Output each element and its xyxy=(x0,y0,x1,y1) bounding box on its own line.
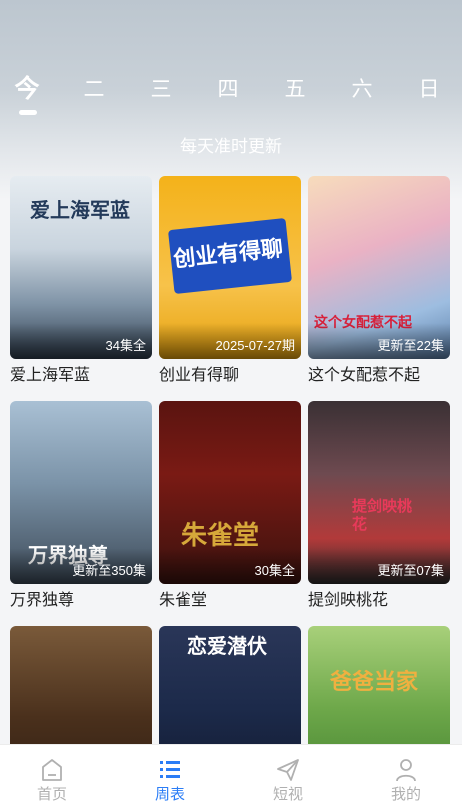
paper-plane-icon xyxy=(276,757,300,783)
poster-title-art: 爸爸当家 xyxy=(330,669,419,695)
bottom-tab-bar: 首页 周表 短视 我的 xyxy=(0,744,462,807)
tab-today[interactable]: 今 xyxy=(7,74,47,104)
show-title[interactable]: 万界独尊 xyxy=(10,589,152,611)
tab-sunday[interactable]: 日 xyxy=(409,74,449,104)
poster-title-art: 爱上海军蓝 xyxy=(30,198,130,222)
show-card[interactable]: 创业有得聊 2025-07-27期 创业有得聊 xyxy=(159,176,301,386)
show-card[interactable]: 爱上海军蓝 34集全 爱上海军蓝 xyxy=(10,176,152,386)
show-poster[interactable]: 提剑映桃花 更新至07集 xyxy=(308,401,450,584)
show-title[interactable]: 创业有得聊 xyxy=(159,364,301,386)
tab-wednesday[interactable]: 三 xyxy=(141,74,181,104)
episode-badge: 2025-07-27期 xyxy=(215,338,296,353)
episode-badge: 30集全 xyxy=(254,563,295,578)
show-card[interactable]: 提剑映桃花 更新至07集 提剑映桃花 xyxy=(308,401,450,611)
tab-saturday[interactable]: 六 xyxy=(342,74,382,104)
poster-title-art: 恋爱潜伏 xyxy=(187,634,267,658)
show-card[interactable]: 这个女配惹不起 更新至22集 这个女配惹不起 xyxy=(308,176,450,386)
show-title[interactable]: 提剑映桃花 xyxy=(308,589,450,611)
show-title[interactable]: 这个女配惹不起 xyxy=(308,364,450,386)
show-poster[interactable]: 创业有得聊 2025-07-27期 xyxy=(159,176,301,359)
show-card[interactable]: 朱雀堂 30集全 朱雀堂 xyxy=(159,401,301,611)
tab-friday[interactable]: 五 xyxy=(275,74,315,104)
tab-short-video[interactable]: 短视 xyxy=(248,745,328,807)
active-tab-indicator xyxy=(19,110,37,115)
tab-thursday[interactable]: 四 xyxy=(208,74,248,104)
user-icon xyxy=(394,757,418,783)
tab-label: 周表 xyxy=(154,785,185,803)
update-subtitle: 每天准时更新 xyxy=(180,137,282,157)
episode-badge: 更新至07集 xyxy=(377,563,444,578)
show-poster[interactable]: 这个女配惹不起 更新至22集 xyxy=(308,176,450,359)
episode-badge: 更新至22集 xyxy=(377,338,444,353)
show-title[interactable]: 朱雀堂 xyxy=(159,589,301,611)
tab-mine[interactable]: 我的 xyxy=(366,745,446,807)
tab-label: 首页 xyxy=(36,785,67,803)
tab-home[interactable]: 首页 xyxy=(12,745,92,807)
list-icon xyxy=(158,757,182,783)
show-card[interactable]: 万界独尊 更新至350集 万界独尊 xyxy=(10,401,152,611)
weekday-tabs: 今 二 三 四 五 六 日 xyxy=(0,74,462,118)
show-poster[interactable]: 爱上海军蓝 34集全 xyxy=(10,176,152,359)
tab-label: 我的 xyxy=(390,785,421,803)
home-icon xyxy=(40,757,64,783)
show-poster[interactable]: 朱雀堂 30集全 xyxy=(159,401,301,584)
show-poster[interactable]: 万界独尊 更新至350集 xyxy=(10,401,152,584)
show-title[interactable]: 爱上海军蓝 xyxy=(10,364,152,386)
poster-title-art: 朱雀堂 xyxy=(181,521,260,551)
tab-schedule[interactable]: 周表 xyxy=(130,745,210,807)
tab-label: 短视 xyxy=(272,785,303,803)
poster-title-art: 提剑映桃花 xyxy=(352,497,413,533)
episode-badge: 34集全 xyxy=(105,338,146,353)
episode-badge: 更新至350集 xyxy=(72,563,146,578)
tab-tuesday[interactable]: 二 xyxy=(74,74,114,104)
